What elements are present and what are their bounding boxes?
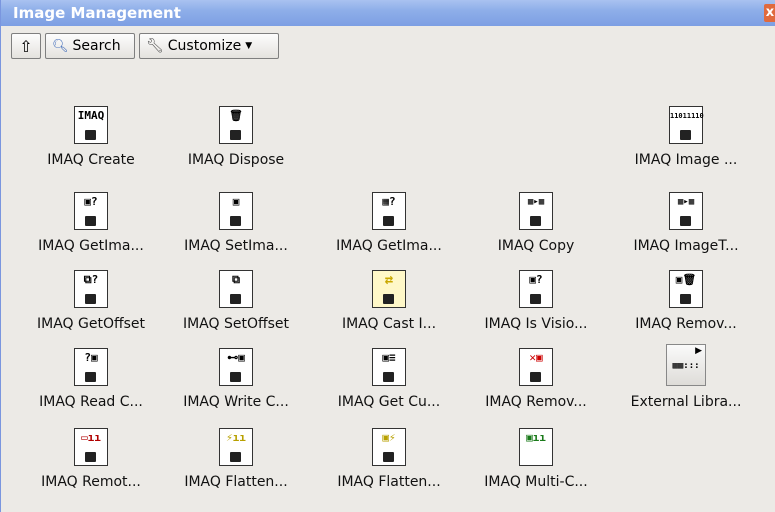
customize-button[interactable]: 🔧︎ Customize ▼: [139, 33, 279, 59]
wrench-icon: 🔧︎: [146, 38, 164, 54]
submenu-arrow-icon: ▶: [695, 346, 702, 356]
search-button[interactable]: 🔍︎ Search: [45, 33, 135, 59]
set-offset-icon: ⧉: [219, 270, 253, 308]
arrow-up-icon: ⇧: [19, 36, 33, 56]
image-management-palette: Image Management x ⇧ 🔍︎ Search 🔧︎ Custom…: [0, 0, 775, 512]
trash-icon: 🗑: [219, 106, 253, 144]
toolbar: ⇧ 🔍︎ Search 🔧︎ Customize ▼: [11, 33, 279, 61]
title-bar[interactable]: Image Management x: [1, 0, 775, 26]
customize-label: Customize: [167, 38, 242, 54]
external-library-icon: ▦▦::: ▶: [666, 344, 706, 386]
flatten-2-icon: ▣⚡: [372, 428, 406, 466]
up-button[interactable]: ⇧: [11, 33, 41, 59]
remove-custom-icon: ✕▣: [519, 348, 553, 386]
flatten-icon: ⚡ıı: [219, 428, 253, 466]
set-image-icon: ▣: [219, 192, 253, 230]
get-custom-keys-icon: ▣≡: [372, 348, 406, 386]
write-custom-icon: ⊷▣: [219, 348, 253, 386]
read-custom-icon: ?▣: [74, 348, 108, 386]
copy-icon: ▦▸▦: [519, 192, 553, 230]
get-offset-icon: ⧉?: [74, 270, 108, 308]
close-button[interactable]: x: [764, 4, 775, 22]
remote-icon: ▭ıı: [74, 428, 108, 466]
multi-core-icon: ▣ıı: [519, 428, 553, 466]
window-title: Image Management: [13, 4, 181, 22]
search-icon: 🔍︎: [52, 38, 69, 54]
dropdown-arrow-icon: ▼: [245, 41, 253, 51]
image-to-array-icon: 11011110: [669, 106, 704, 144]
is-vision-info-icon: ▣?: [519, 270, 553, 308]
get-image-icon: ▣?: [74, 192, 108, 230]
search-label: Search: [72, 38, 121, 54]
cast-image-icon: ⇄: [372, 270, 406, 308]
image-to-image-icon: ▦▸▦: [669, 192, 703, 230]
create-icon: IMAQ: [74, 106, 108, 144]
remove-icon: ▣🗑: [669, 270, 703, 308]
palette-content: IMAQ IMAQ Create 🗑 IMAQ Dispose 11011110…: [1, 66, 775, 512]
get-image-info-icon: ▦?: [372, 192, 406, 230]
